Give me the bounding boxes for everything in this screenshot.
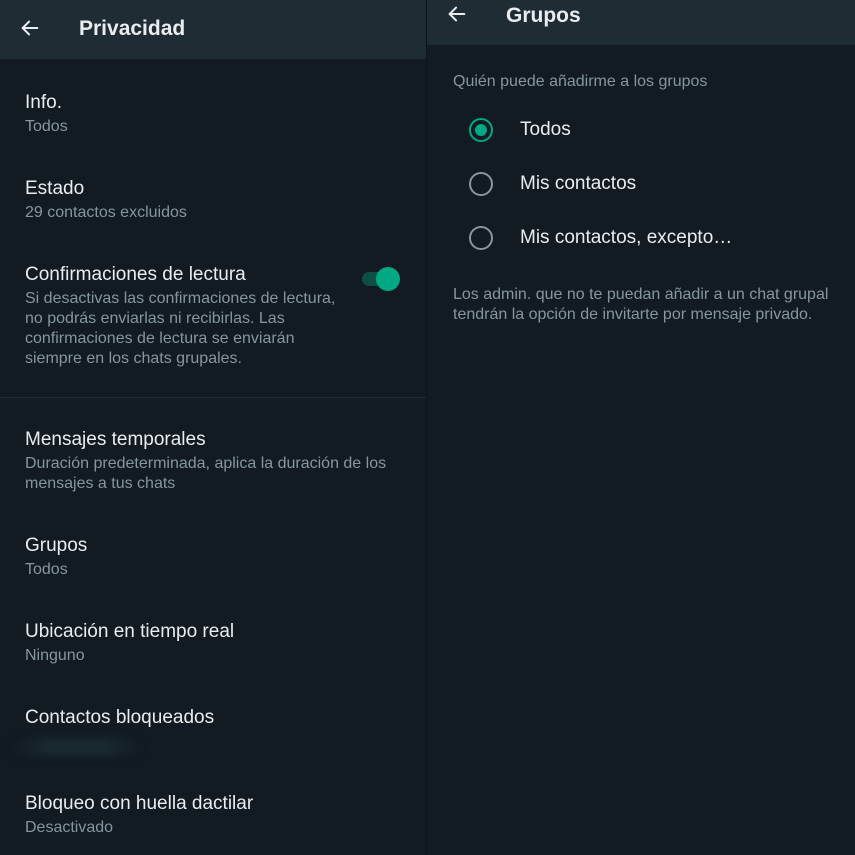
info-note: Los admin. que no te puedan añadir a un …	[453, 286, 829, 323]
item-subtitle: Duración predeterminada, aplica la durac…	[25, 455, 387, 492]
privacy-item-groups[interactable]: Grupos Todos	[25, 534, 397, 580]
toggle-thumb	[376, 267, 400, 291]
item-subtitle: 29 contactos excluidos	[25, 204, 187, 221]
option-label: Mis contactos, excepto…	[520, 227, 733, 248]
page-title: Privacidad	[79, 17, 186, 40]
radio-unselected[interactable]	[469, 226, 493, 250]
item-title: Estado	[25, 178, 85, 199]
radio-unselected[interactable]	[469, 172, 493, 196]
privacy-item-read-receipts[interactable]: Confirmaciones de lectura Si desactivas …	[25, 263, 347, 369]
item-title: Bloqueo con huella dactilar	[25, 793, 254, 814]
item-subtitle: Todos	[25, 561, 68, 578]
privacy-item-estado[interactable]: Estado 29 contactos excluidos	[25, 177, 397, 223]
item-title: Info.	[25, 92, 62, 113]
item-subtitle: Desactivado	[25, 819, 114, 836]
privacy-item-temporary-messages[interactable]: Mensajes temporales Duración predetermin…	[25, 428, 397, 494]
section-divider	[0, 397, 427, 398]
radio-selected[interactable]	[469, 118, 493, 142]
privacy-panel: Privacidad Info. Todos Estado 29 contact…	[0, 0, 427, 855]
option-label: Mis contactos	[520, 173, 637, 194]
groups-panel: Grupos Quién puede añadirme a los grupos…	[427, 0, 855, 855]
item-title: Ubicación en tiempo real	[25, 621, 235, 642]
option-my-contacts[interactable]: Mis contactos	[469, 164, 835, 204]
option-label: Todos	[520, 119, 571, 140]
read-receipts-toggle[interactable]	[362, 267, 400, 291]
item-title: Grupos	[25, 535, 88, 556]
privacy-item-live-location[interactable]: Ubicación en tiempo real Ninguno	[25, 620, 397, 666]
option-my-contacts-except[interactable]: Mis contactos, excepto…	[469, 218, 835, 258]
privacy-item-info[interactable]: Info. Todos	[25, 91, 397, 137]
page-title: Grupos	[506, 4, 581, 27]
groups-app-bar: Grupos	[427, 0, 855, 45]
item-title: Mensajes temporales	[25, 429, 206, 450]
privacy-item-fingerprint-lock[interactable]: Bloqueo con huella dactilar Desactivado	[25, 792, 397, 838]
back-arrow-icon[interactable]	[16, 14, 44, 42]
item-title: Confirmaciones de lectura	[25, 264, 246, 285]
back-arrow-icon[interactable]	[443, 0, 471, 28]
privacy-app-bar: Privacidad	[0, 0, 427, 59]
blurred-subtitle	[12, 738, 142, 756]
option-everyone[interactable]: Todos	[469, 110, 835, 150]
item-subtitle: Si desactivas las confirmaciones de lect…	[25, 290, 336, 367]
item-subtitle: Ninguno	[25, 647, 85, 664]
privacy-item-blocked-contacts[interactable]: Contactos bloqueados	[25, 706, 397, 730]
item-subtitle: Todos	[25, 118, 68, 135]
section-label: Quién puede añadirme a los grupos	[453, 73, 708, 90]
item-title: Contactos bloqueados	[25, 707, 215, 728]
